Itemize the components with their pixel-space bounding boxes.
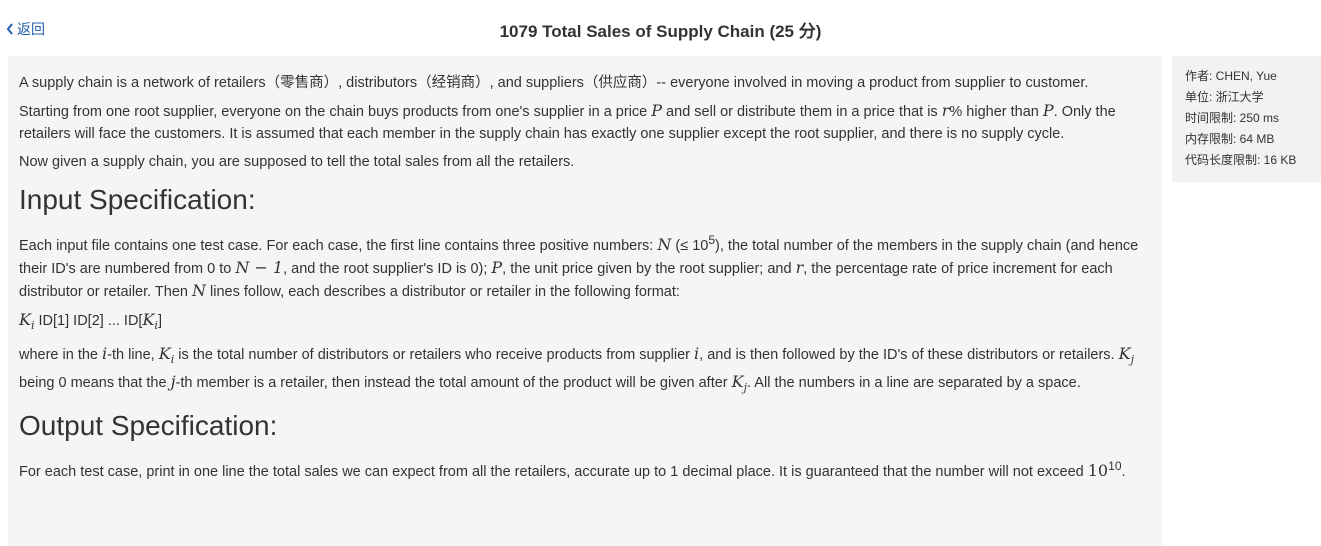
memory-limit-info: 内存限制: 64 MB (1185, 132, 1275, 146)
time-limit-info: 时间限制: 250 ms (1185, 111, 1280, 125)
output-paragraph: For each test case, print in one line th… (19, 458, 1126, 480)
code-limit-info: 代码长度限制: 16 KB (1185, 153, 1297, 167)
problem-content: A supply chain is a network of retailers… (8, 56, 1162, 546)
math-P: P (651, 101, 663, 120)
math-P: P (1042, 101, 1054, 120)
input-detail-paragraph: where in the i-th line, Ki is the total … (19, 343, 1134, 394)
task-paragraph: Now given a supply chain, you are suppos… (19, 154, 575, 170)
problem-info-panel: 作者: CHEN, Yue 单位: 浙江大学 时间限制: 250 ms 内存限制… (1172, 56, 1321, 182)
input-paragraph: Each input file contains one test case. … (19, 233, 1139, 300)
input-spec-heading: Input Specification: (19, 184, 256, 215)
input-format-line: Ki ID[1] ID[2] ... ID[Ki] (19, 309, 162, 332)
pricing-paragraph: Starting from one root supplier, everyon… (19, 101, 1116, 142)
intro-paragraph: A supply chain is a network of retailers… (19, 75, 1089, 91)
unit-info: 单位: 浙江大学 (1185, 90, 1264, 104)
author-info: 作者: CHEN, Yue (1185, 69, 1277, 83)
top-bar: 返回 1079 Total Sales of Supply Chain (25 … (0, 0, 1321, 56)
output-spec-heading: Output Specification: (19, 409, 278, 441)
page-title: 1079 Total Sales of Supply Chain (25 分) (499, 22, 822, 41)
